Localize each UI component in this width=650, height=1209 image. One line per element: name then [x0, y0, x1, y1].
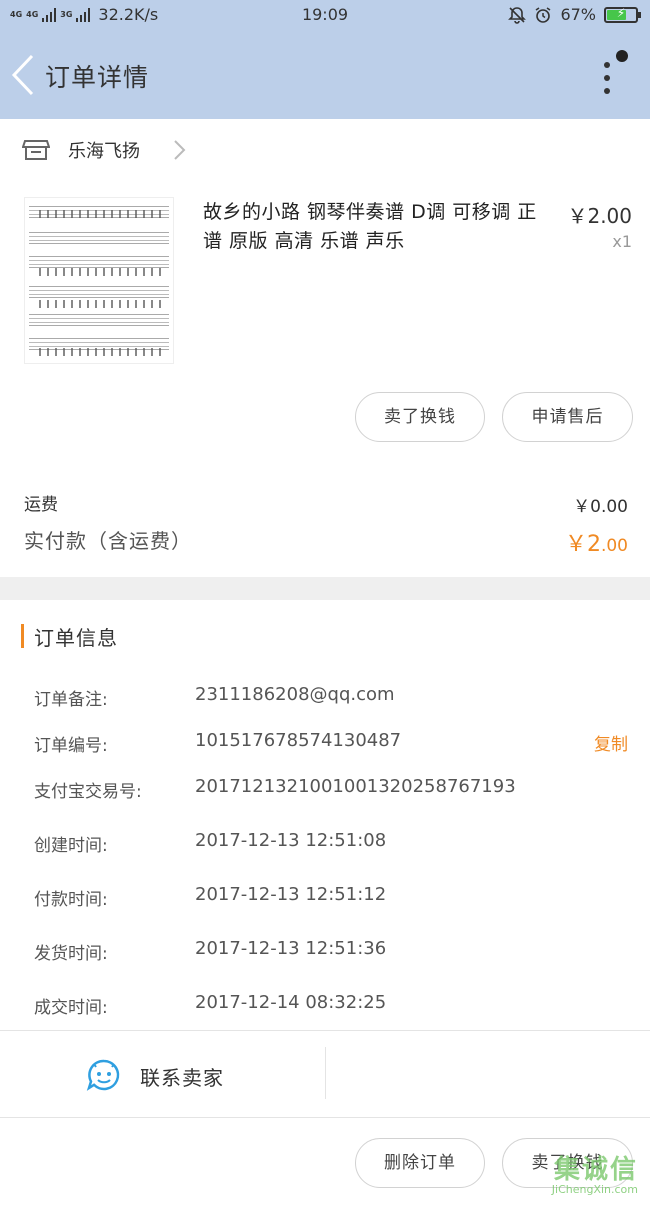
alarm-icon	[535, 6, 551, 23]
notes	[39, 348, 167, 356]
after-sale-button[interactable]: 申请售后	[502, 392, 633, 442]
vertical-divider	[325, 1047, 326, 1099]
shop-name: 乐海飞扬	[68, 141, 140, 162]
sell-button[interactable]: 卖了换钱	[355, 392, 485, 442]
paid-currency: ￥	[564, 532, 587, 557]
notes	[39, 210, 167, 218]
contact-seller-label: 联系卖家	[140, 1066, 224, 1090]
order-number-value: 101517678574130487	[195, 730, 402, 751]
notes	[39, 268, 167, 276]
deal-time-label: 成交时间:	[34, 998, 108, 1018]
created-time-value: 2017-12-13 12:51:08	[195, 830, 387, 851]
deal-time-value: 2017-12-14 08:32:25	[195, 992, 387, 1013]
more-dot	[604, 75, 610, 81]
order-info-title: 订单信息	[34, 626, 118, 650]
section-marker	[21, 624, 24, 648]
paid-time-label: 付款时间:	[34, 890, 108, 910]
order-note-value: 2311186208@qq.com	[195, 684, 395, 705]
watermark: 集诚信 JiChengXin.com	[524, 1149, 642, 1201]
shop-icon	[22, 140, 50, 160]
order-number-label: 订单编号:	[34, 736, 108, 756]
chat-bubble-icon	[86, 1059, 120, 1091]
staff-line	[29, 314, 169, 326]
notes	[39, 300, 167, 308]
created-time-label: 创建时间:	[34, 836, 108, 856]
shop-row[interactable]: 乐海飞扬	[0, 119, 650, 179]
battery-icon: ⚡	[604, 5, 641, 23]
section-gap	[0, 577, 650, 600]
bell-muted-icon	[508, 6, 527, 24]
battery-percent: 67%	[560, 5, 596, 24]
shipped-time-label: 发货时间:	[34, 944, 108, 964]
paid-time-value: 2017-12-13 12:51:12	[195, 884, 387, 905]
status-bar: 4G 4G 3G 32.2K/s 19:09 67% ⚡	[0, 0, 650, 30]
staff-line	[29, 286, 169, 298]
alipay-trade-label: 支付宝交易号:	[34, 782, 142, 802]
shipping-label: 运费	[24, 495, 58, 515]
paid-value: ￥2.00	[565, 526, 628, 558]
more-vertical-icon[interactable]	[602, 50, 628, 106]
order-note-label: 订单备注:	[34, 690, 108, 710]
app-header: 订单详情	[0, 30, 650, 119]
notification-dot	[616, 50, 628, 62]
copy-button[interactable]: 复制	[594, 730, 628, 755]
alipay-trade-value: 2017121321001001320258767193	[195, 776, 516, 797]
divider	[0, 1117, 650, 1118]
watermark-sub: JiChengXin.com	[551, 1183, 638, 1196]
staff-line	[29, 232, 169, 244]
paid-label: 实付款（含运费）	[24, 529, 192, 553]
system-icons: 67% ⚡	[508, 5, 641, 24]
product-thumbnail[interactable]	[24, 197, 174, 364]
charging-icon: ⚡	[616, 5, 626, 20]
more-dot	[604, 88, 610, 94]
shipped-time-value: 2017-12-13 12:51:36	[195, 938, 387, 959]
product-price: ￥2.00	[567, 204, 632, 228]
contact-seller-button[interactable]: 联系卖家	[0, 1031, 325, 1117]
back-arrow-icon[interactable]	[8, 52, 38, 98]
delete-order-button[interactable]: 删除订单	[355, 1138, 485, 1188]
page-title: 订单详情	[45, 63, 150, 92]
shipping-value: ￥0.00	[573, 497, 628, 517]
paid-integer: 2	[586, 532, 601, 557]
more-dot	[604, 62, 610, 68]
product-title[interactable]: 故乡的小路 钢琴伴奏谱 D调 可移调 正谱 原版 高清 乐谱 声乐	[203, 198, 548, 256]
paid-decimal: .00	[600, 536, 628, 556]
staff-line	[29, 256, 169, 268]
product-quantity: x1	[612, 232, 632, 251]
watermark-text: 集诚信	[553, 1155, 638, 1185]
chevron-right-icon	[174, 140, 186, 160]
